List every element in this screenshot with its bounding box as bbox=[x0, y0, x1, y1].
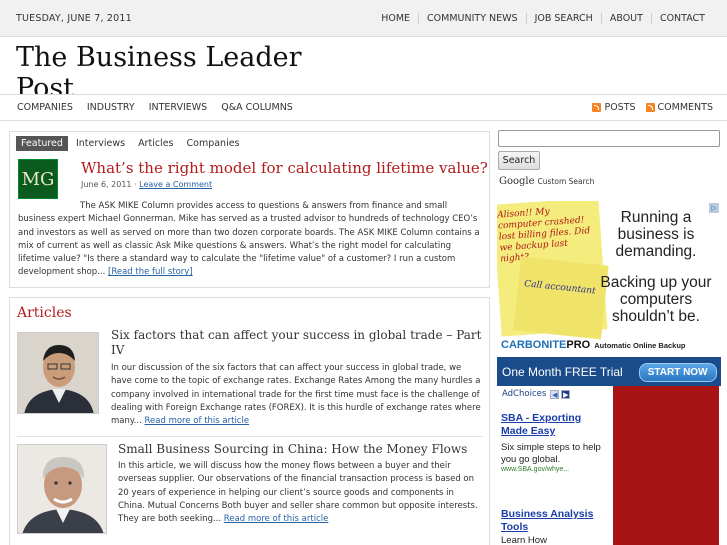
top-nav-home[interactable]: HOME bbox=[373, 13, 418, 24]
read-full-story-link[interactable]: [Read the full story] bbox=[108, 267, 193, 277]
carbonite-tagline: Automatic Online Backup bbox=[594, 340, 686, 350]
top-nav-contact[interactable]: CONTACT bbox=[650, 13, 713, 24]
article-body: In this article, we will discuss how the… bbox=[118, 460, 483, 526]
article-author-photo bbox=[17, 444, 107, 534]
text-ad: Business Analysis Tools Learn How bbox=[501, 508, 609, 545]
search-input[interactable] bbox=[498, 130, 720, 147]
featured-body: The ASK MIKE Column provides access to q… bbox=[18, 200, 484, 280]
read-more-link[interactable]: Read more of this article bbox=[145, 416, 250, 426]
article-author-photo bbox=[17, 332, 99, 414]
featured-box: Featured Interviews Articles Companies M… bbox=[9, 131, 490, 288]
text-ad: SBA - Exporting Made Easy Six simple ste… bbox=[501, 412, 609, 473]
text-ad-title[interactable]: SBA - Exporting Made Easy bbox=[501, 412, 609, 438]
free-trial-text: One Month FREE Trial bbox=[502, 365, 623, 379]
ad-headline: Running a business is demanding. bbox=[615, 209, 697, 260]
mg-logo: MG bbox=[18, 159, 58, 199]
article-divider bbox=[17, 436, 483, 437]
tab-featured[interactable]: Featured bbox=[16, 136, 68, 151]
category-nav: COMPANIES INDUSTRY INTERVIEWS Q&A COLUMN… bbox=[0, 94, 727, 121]
site-title[interactable]: The Business Leader Post bbox=[16, 42, 336, 94]
google-custom-search-label: Google Custom Search bbox=[499, 176, 594, 187]
text-ad-url[interactable]: www.SBA.gov/whye... bbox=[501, 466, 609, 473]
current-date: TUESDAY, JUNE 7, 2011 bbox=[16, 13, 132, 24]
carbonite-offer-bar: One Month FREE Trial START NOW bbox=[497, 357, 721, 387]
tab-companies[interactable]: Companies bbox=[182, 136, 245, 151]
google-logo-text: Google bbox=[499, 176, 535, 187]
posts-feed-label: POSTS bbox=[604, 102, 636, 113]
posts-feed-link[interactable]: POSTS bbox=[592, 102, 636, 113]
carbonite-ad[interactable]: Alison!! My computer crashed! lost billi… bbox=[497, 201, 721, 387]
ad-info-icon[interactable]: ▷ bbox=[709, 203, 719, 213]
next-arrow-icon[interactable]: ▶ bbox=[561, 389, 571, 399]
start-now-button[interactable]: START NOW bbox=[638, 362, 717, 382]
google-logo: Google bbox=[499, 176, 535, 187]
article-title[interactable]: Six factors that can affect your success… bbox=[111, 328, 483, 358]
top-nav-about[interactable]: ABOUT bbox=[600, 13, 651, 24]
search-button[interactable]: Search bbox=[498, 151, 540, 170]
tab-articles[interactable]: Articles bbox=[133, 136, 178, 151]
ad-subheadline: Backing up your computers shouldn’t be. bbox=[600, 274, 712, 325]
rss-icon bbox=[645, 103, 655, 112]
adchoices-label[interactable]: AdChoices bbox=[502, 389, 546, 399]
tab-interviews[interactable]: Interviews bbox=[71, 136, 130, 151]
prev-arrow-icon[interactable]: ◀ bbox=[550, 389, 560, 399]
text-ad-desc: Six simple steps to help you go global. bbox=[501, 442, 601, 465]
carbonite-logo: CARBONITE bbox=[501, 339, 567, 351]
carbonite-brand-row: CARBONITE PRO Automatic Online Backup bbox=[497, 336, 721, 354]
article-body: In our discussion of the six factors tha… bbox=[111, 362, 483, 428]
top-nav-community-news[interactable]: COMMUNITY NEWS bbox=[418, 13, 526, 24]
comments-feed-link[interactable]: COMMENTS bbox=[645, 102, 713, 113]
category-industry[interactable]: INDUSTRY bbox=[80, 102, 142, 113]
adchoices-block: AdChoices ◀ ▶ SBA - Exporting Made Easy … bbox=[497, 386, 721, 545]
category-interviews[interactable]: INTERVIEWS bbox=[142, 102, 215, 113]
featured-body-text: The ASK MIKE Column provides access to q… bbox=[18, 201, 480, 278]
red-ad-banner[interactable] bbox=[613, 386, 719, 545]
leave-comment-link[interactable]: Leave a Comment bbox=[139, 180, 212, 189]
adchoices-header: AdChoices ◀ ▶ bbox=[502, 389, 571, 399]
category-list: COMPANIES INDUSTRY INTERVIEWS Q&A COLUMN… bbox=[10, 102, 300, 113]
articles-box: Articles Six factors that can affect you… bbox=[9, 297, 490, 545]
top-nav: HOME COMMUNITY NEWS JOB SEARCH ABOUT CON… bbox=[373, 13, 713, 24]
text-ad-desc: Learn How bbox=[501, 535, 547, 545]
carbonite-pro-label: PRO bbox=[566, 339, 591, 351]
top-bar: TUESDAY, JUNE 7, 2011 HOME COMMUNITY NEW… bbox=[0, 0, 727, 37]
text-ad-title[interactable]: Business Analysis Tools bbox=[501, 508, 609, 534]
featured-title[interactable]: What’s the right model for calculating l… bbox=[81, 159, 488, 177]
custom-search-text: Custom Search bbox=[537, 177, 595, 186]
comments-feed-label: COMMENTS bbox=[657, 102, 713, 113]
featured-meta: June 6, 2011 · Leave a Comment bbox=[81, 180, 212, 189]
category-companies[interactable]: COMPANIES bbox=[10, 102, 80, 113]
rss-icon bbox=[592, 103, 602, 112]
article-title[interactable]: Small Business Sourcing in China: How th… bbox=[118, 442, 483, 457]
featured-tabs: Featured Interviews Articles Companies bbox=[16, 136, 248, 151]
articles-heading: Articles bbox=[17, 305, 72, 321]
top-nav-job-search[interactable]: JOB SEARCH bbox=[525, 13, 601, 24]
read-more-link[interactable]: Read more of this article bbox=[224, 514, 329, 524]
feed-links: POSTS COMMENTS bbox=[582, 102, 713, 113]
category-qa-columns[interactable]: Q&A COLUMNS bbox=[214, 102, 300, 113]
featured-date: June 6, 2011 · bbox=[81, 180, 137, 189]
